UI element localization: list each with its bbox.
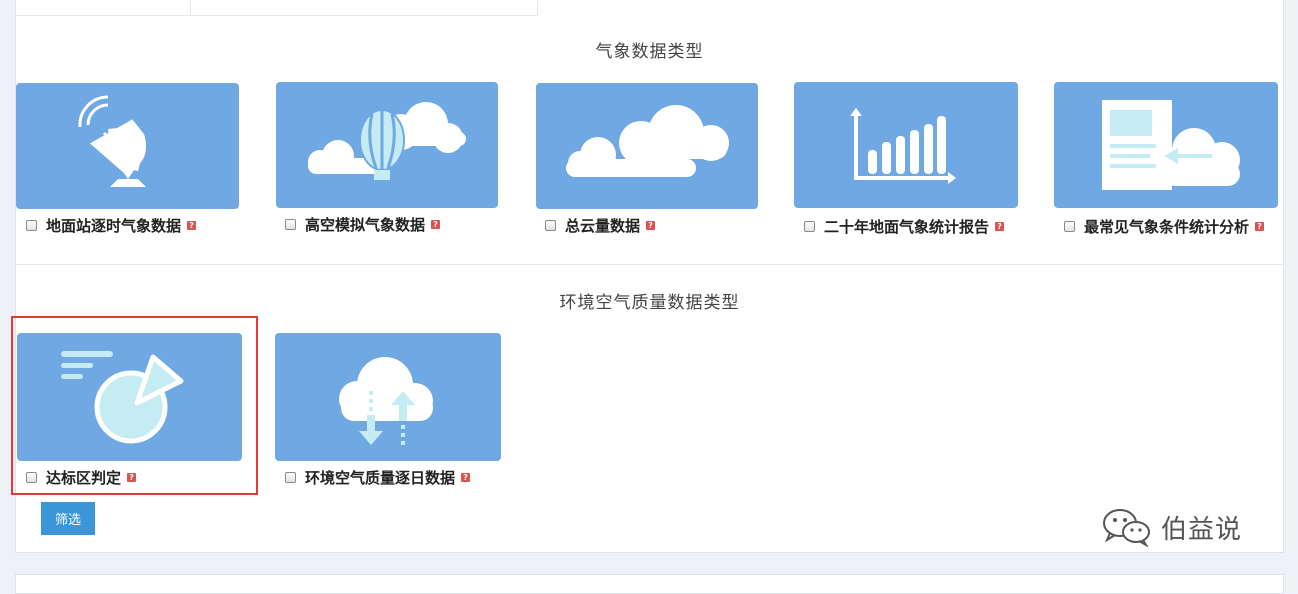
item-label: 环境空气质量逐日数据	[305, 468, 456, 487]
help-icon[interactable]: ?	[187, 220, 197, 230]
watermark: 伯益说	[1101, 507, 1242, 547]
item-upper-air[interactable]: 高空模拟气象数据 ?	[285, 214, 441, 234]
section-divider	[15, 264, 1284, 265]
checkbox[interactable]	[545, 219, 556, 231]
item-surface-station[interactable]: 地面站逐时气象数据 ?	[26, 215, 197, 235]
item-label: 最常见气象条件统计分析	[1084, 217, 1250, 236]
cloud-transfer-icon	[339, 357, 433, 445]
document-cloud-icon	[1102, 100, 1240, 190]
satellite-dish-icon	[78, 95, 147, 187]
card-image-twenty-year-report[interactable]	[794, 82, 1018, 208]
top-table-fragment	[15, 0, 538, 16]
cloud-icon	[566, 105, 729, 177]
item-cloud-cover[interactable]: 总云量数据 ?	[545, 215, 656, 235]
section-title-air-quality: 环境空气质量数据类型	[559, 293, 740, 313]
section-title-meteorology: 气象数据类型	[595, 42, 704, 62]
help-icon[interactable]: ?	[995, 221, 1005, 231]
balloon-cloud-icon	[308, 102, 466, 180]
next-panel	[15, 574, 1284, 594]
card-image-daily-air-quality[interactable]	[275, 333, 501, 461]
checkbox[interactable]	[26, 219, 37, 231]
wechat-icon	[1103, 509, 1150, 547]
help-icon[interactable]: ?	[646, 220, 656, 230]
help-icon[interactable]: ?	[461, 472, 471, 482]
bar-chart-icon	[850, 108, 956, 184]
card-image-upper-air[interactable]	[276, 82, 498, 208]
card-image-surface-station[interactable]	[16, 83, 239, 209]
card-image-cloud-cover[interactable]	[536, 83, 758, 209]
item-label: 总云量数据	[565, 216, 641, 235]
item-twenty-year-report[interactable]: 二十年地面气象统计报告 ?	[804, 216, 1005, 236]
item-label: 二十年地面气象统计报告	[824, 217, 990, 236]
checkbox[interactable]	[285, 218, 296, 230]
item-label: 高空模拟气象数据	[305, 215, 426, 234]
checkbox[interactable]	[1064, 220, 1075, 232]
checkbox[interactable]	[285, 471, 296, 483]
filter-button[interactable]: 筛选	[41, 502, 95, 535]
help-icon[interactable]: ?	[1255, 221, 1265, 231]
item-daily-air-quality[interactable]: 环境空气质量逐日数据 ?	[285, 467, 471, 487]
item-label: 地面站逐时气象数据	[46, 216, 182, 235]
selection-highlight	[11, 316, 258, 495]
item-common-conditions[interactable]: 最常见气象条件统计分析 ?	[1064, 216, 1265, 236]
help-icon[interactable]: ?	[431, 219, 441, 229]
watermark-text: 伯益说	[1161, 514, 1243, 545]
card-image-common-conditions[interactable]	[1054, 82, 1278, 208]
checkbox[interactable]	[804, 220, 815, 232]
